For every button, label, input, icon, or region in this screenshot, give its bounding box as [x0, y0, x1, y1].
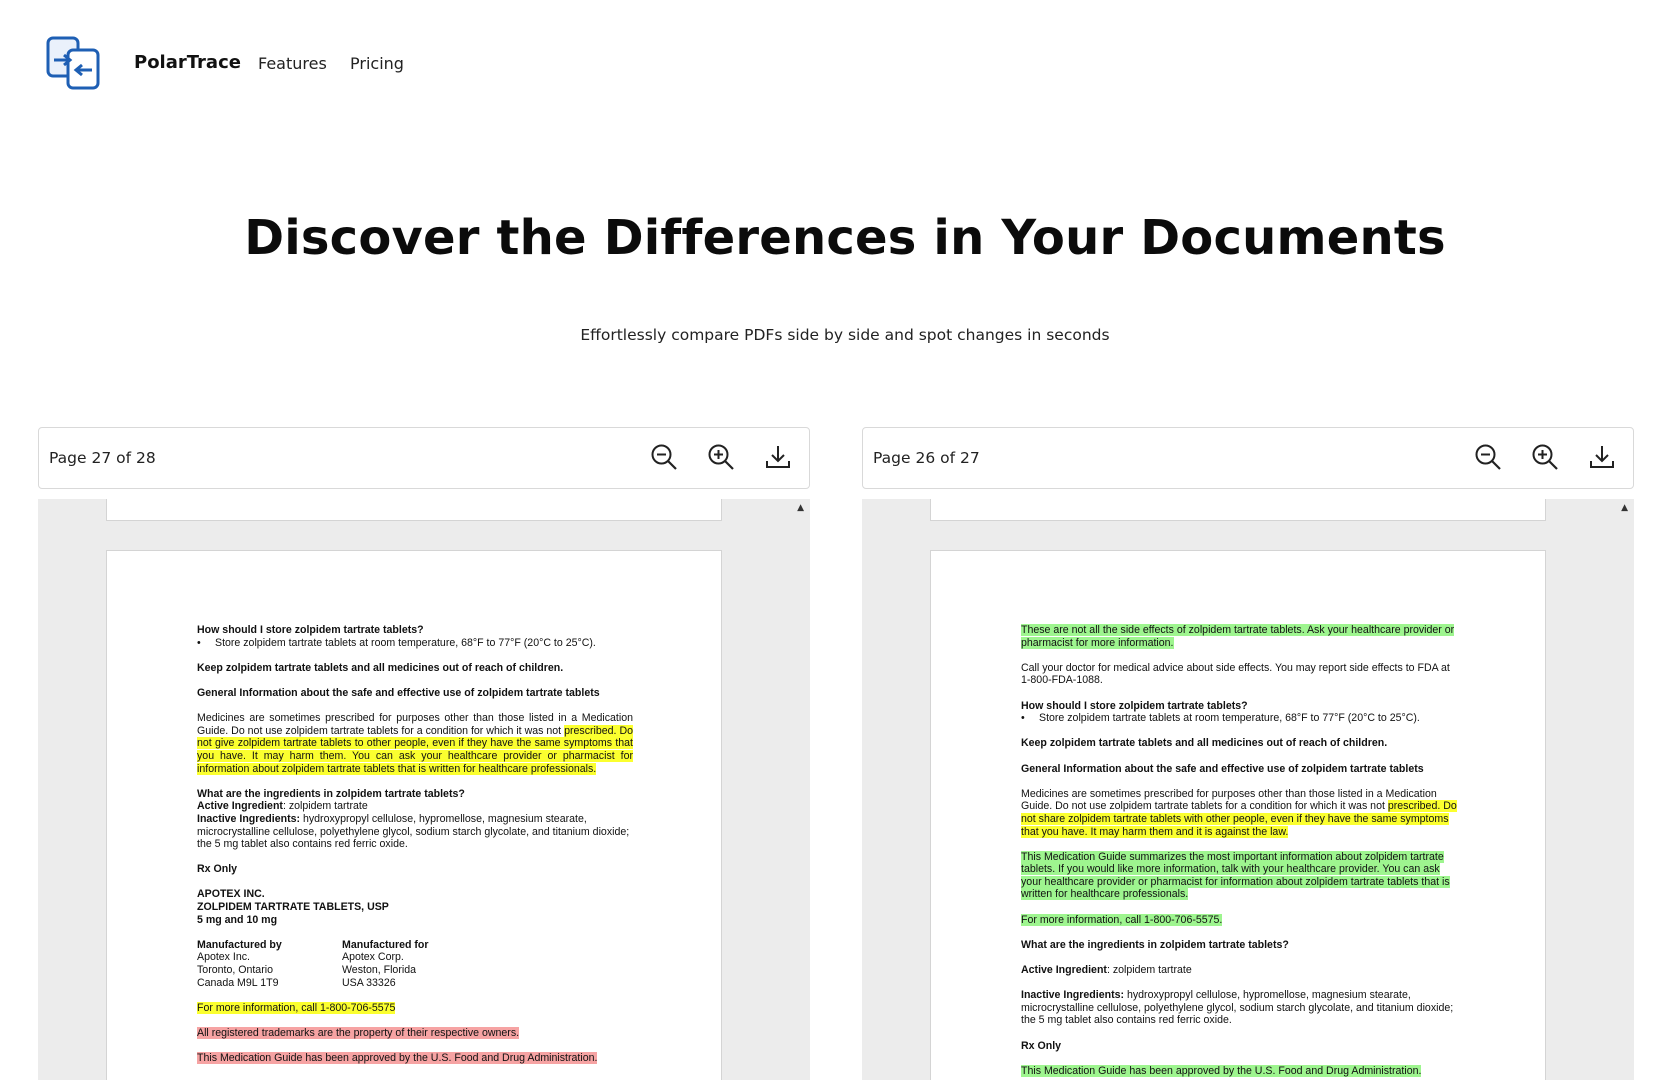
- brand-name[interactable]: PolarTrace: [134, 52, 241, 73]
- mfd-by-line: Toronto, Ontario: [197, 964, 273, 977]
- side-effects-paragraph: These are not all the side effects of zo…: [1021, 624, 1457, 649]
- active-label: Active Ingredient: [197, 800, 283, 813]
- heading-general: General Information about the safe and e…: [197, 686, 600, 699]
- zoom-out-button[interactable]: [649, 442, 679, 472]
- polartrace-logo[interactable]: [46, 34, 104, 92]
- heading-ingredients: What are the ingredients in zolpidem tar…: [197, 787, 465, 800]
- heading-ingredients: What are the ingredients in zolpidem tar…: [1021, 938, 1289, 951]
- nav-features-link[interactable]: Features: [258, 54, 327, 73]
- zoom-in-button[interactable]: [1530, 442, 1560, 472]
- more-info-paragraph: For more information, call 1-800-706-557…: [197, 1001, 633, 1015]
- previous-page: [106, 499, 722, 521]
- hero-subtitle: Effortlessly compare PDFs side by side a…: [580, 326, 1110, 344]
- page-text: These are not all the side effects of zo…: [1021, 624, 1457, 1080]
- mfd-for-line: Weston, Florida: [342, 964, 416, 977]
- mfd-for-line: Apotex Corp.: [342, 951, 404, 964]
- mfd-by-line: Canada M9L 1T9: [197, 976, 279, 989]
- heading-general: General Information about the safe and e…: [1021, 762, 1424, 775]
- manufactured-by: Manufactured by Apotex Inc. Toronto, Ont…: [197, 939, 342, 989]
- rx-only: Rx Only: [197, 863, 238, 876]
- summary-added-highlight: This Medication Guide summarizes the mos…: [1021, 850, 1450, 901]
- inactive-ingredients: Inactive Ingredients: hydroxypropyl cell…: [1021, 989, 1457, 1027]
- heading-store: How should I store zolpidem tartrate tab…: [197, 624, 424, 636]
- more-info-changed-highlight: For more information, call 1-800-706-557…: [197, 1001, 396, 1014]
- heading-store: How should I store zolpidem tartrate tab…: [1021, 699, 1248, 712]
- left-viewer-toolbar: Page 27 of 28: [38, 427, 810, 489]
- pdf-page: These are not all the side effects of zo…: [930, 550, 1546, 1080]
- keep-out-text: Keep zolpidem tartrate tablets and all m…: [1021, 737, 1388, 750]
- download-button[interactable]: [763, 442, 793, 472]
- document-scroll-area[interactable]: ▲ These are not all the side effects of …: [862, 499, 1634, 1080]
- summary-paragraph: This Medication Guide summarizes the mos…: [1021, 850, 1457, 901]
- download-icon: [766, 446, 790, 468]
- zoom-out-icon: [1475, 444, 1501, 470]
- download-button[interactable]: [1587, 442, 1617, 472]
- top-navbar: PolarTrace Features Pricing: [0, 0, 1660, 130]
- rx-only: Rx Only: [1021, 1039, 1062, 1052]
- mfd-by-label: Manufactured by: [197, 938, 282, 951]
- active-value: : zolpidem tartrate: [282, 800, 368, 813]
- pdf-page: How should I store zolpidem tartrate tab…: [106, 550, 722, 1080]
- trademarks-removed-highlight: All registered trademarks are the proper…: [197, 1027, 520, 1039]
- page-indicator: Page 27 of 28: [49, 449, 156, 467]
- product-name: ZOLPIDEM TARTRATE TABLETS, USP: [197, 901, 389, 914]
- left-pdf-viewer: Page 27 of 28 ▲ How should I store zolpi…: [38, 427, 810, 1080]
- general-paragraph: Medicines are sometimes prescribed for p…: [1021, 788, 1457, 838]
- active-label: Active Ingredient: [1021, 964, 1107, 977]
- zoom-in-button[interactable]: [706, 442, 736, 472]
- mfd-by-line: Apotex Inc.: [197, 951, 250, 964]
- download-icon: [1590, 446, 1614, 468]
- store-bullet: Store zolpidem tartrate tablets at room …: [197, 637, 633, 650]
- side-effects-added-highlight: These are not all the side effects of zo…: [1021, 624, 1455, 649]
- active-ingredient: Active Ingredient: zolpidem tartrate: [197, 800, 633, 813]
- right-pdf-viewer: Page 26 of 27 ▲ These are not all the si…: [862, 427, 1634, 1080]
- zoom-in-icon: [708, 444, 734, 470]
- scroll-up-arrow-icon[interactable]: ▲: [1621, 503, 1628, 513]
- manufacturer-block: Manufactured by Apotex Inc. Toronto, Ont…: [197, 939, 633, 989]
- active-value: : zolpidem tartrate: [1106, 964, 1192, 977]
- approved-removed-highlight: This Medication Guide has been approved …: [197, 1052, 598, 1065]
- page-text: How should I store zolpidem tartrate tab…: [197, 624, 633, 1077]
- zoom-in-icon: [1532, 444, 1558, 470]
- active-ingredient: Active Ingredient: zolpidem tartrate: [1021, 964, 1457, 977]
- general-paragraph: Medicines are sometimes prescribed for p…: [197, 712, 633, 775]
- more-info-added-highlight: For more information, call 1-800-706-557…: [1021, 913, 1223, 926]
- approved-added-highlight: This Medication Guide has been approved …: [1021, 1064, 1422, 1077]
- mfd-for-line: USA 33326: [342, 976, 396, 989]
- strengths: 5 mg and 10 mg: [197, 913, 278, 926]
- zoom-out-button[interactable]: [1473, 442, 1503, 472]
- keep-out-text: Keep zolpidem tartrate tablets and all m…: [197, 661, 564, 674]
- company-name: APOTEX INC.: [197, 888, 265, 901]
- page-indicator: Page 26 of 27: [873, 449, 980, 467]
- inactive-label: Inactive Ingredients:: [1021, 989, 1125, 1002]
- document-scroll-area[interactable]: ▲ How should I store zolpidem tartrate t…: [38, 499, 810, 1080]
- approved-paragraph: This Medication Guide has been approved …: [197, 1052, 633, 1065]
- inactive-label: Inactive Ingredients:: [197, 812, 301, 825]
- general-plain: Medicines are sometimes prescribed for p…: [1021, 787, 1437, 813]
- nav-pricing-link[interactable]: Pricing: [350, 54, 404, 73]
- trademarks-paragraph: All registered trademarks are the proper…: [197, 1027, 633, 1040]
- approved-paragraph: This Medication Guide has been approved …: [1021, 1064, 1457, 1078]
- call-doctor: Call your doctor for medical advice abou…: [1021, 661, 1450, 687]
- more-info-paragraph: For more information, call 1-800-706-557…: [1021, 913, 1457, 927]
- manufactured-for: Manufactured for Apotex Corp. Weston, Fl…: [342, 939, 542, 989]
- store-bullet: Store zolpidem tartrate tablets at room …: [1021, 712, 1457, 725]
- hero-title: Discover the Differences in Your Documen…: [244, 210, 1446, 266]
- inactive-ingredients: Inactive Ingredients: hydroxypropyl cell…: [197, 813, 633, 851]
- scroll-up-arrow-icon[interactable]: ▲: [797, 503, 804, 513]
- zoom-out-icon: [651, 444, 677, 470]
- previous-page: [930, 499, 1546, 521]
- right-viewer-toolbar: Page 26 of 27: [862, 427, 1634, 489]
- mfd-for-label: Manufactured for: [342, 938, 429, 951]
